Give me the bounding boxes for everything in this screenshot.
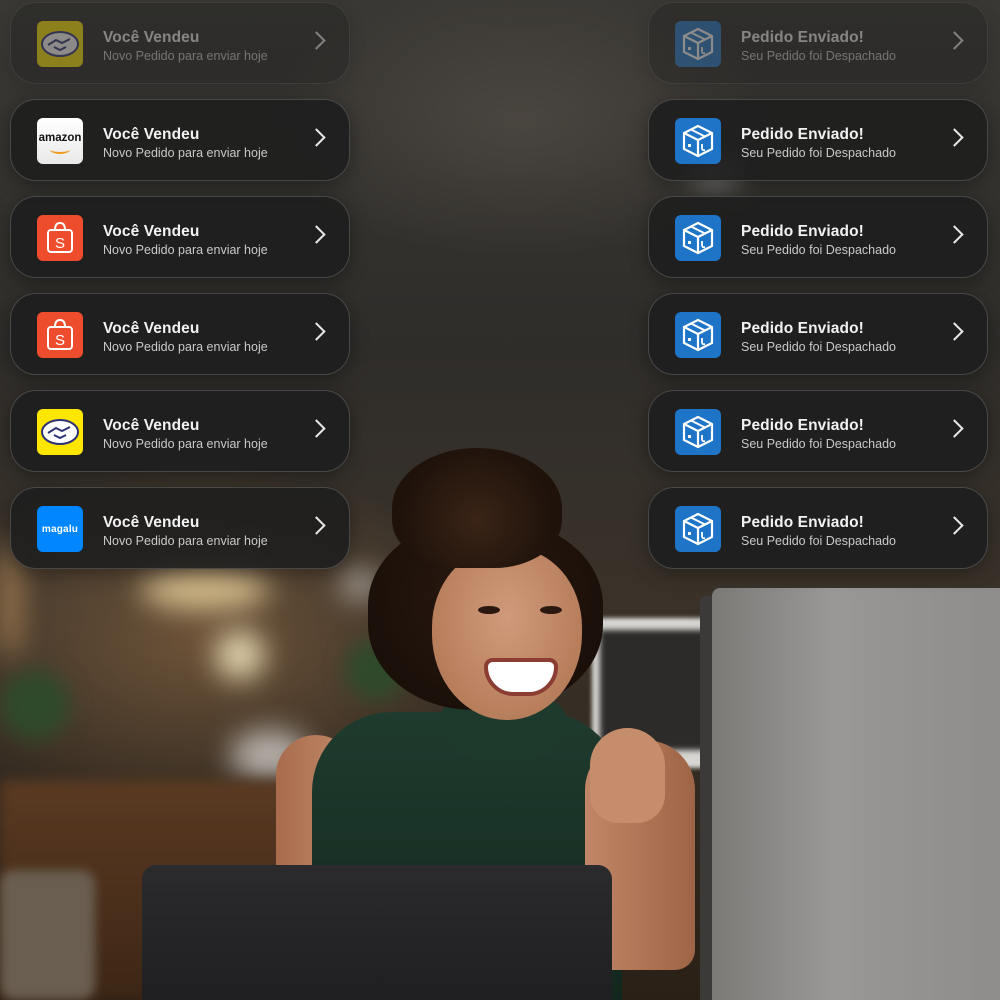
chevron-right-icon [307, 322, 326, 341]
chevron-right-icon [307, 419, 326, 438]
chevron-right-icon [945, 419, 964, 438]
sale-notification[interactable]: Você Vendeu Novo Pedido para enviar hoje [10, 2, 350, 84]
amazon-logo-icon: amazon [37, 118, 83, 164]
monitor [712, 588, 1000, 1000]
shipped-notification[interactable]: Pedido Enviado! Seu Pedido foi Despachad… [648, 293, 988, 375]
notification-subtitle: Seu Pedido foi Despachado [741, 49, 896, 63]
notification-title: Você Vendeu [103, 223, 200, 240]
mercado-livre-icon [37, 409, 83, 455]
magalu-logo-icon: magalu [37, 506, 83, 552]
notification-subtitle: Seu Pedido foi Despachado [741, 340, 896, 354]
shopee-letter: S [55, 332, 65, 349]
shopee-bag-icon: S [37, 215, 83, 261]
shopee-letter: S [55, 235, 65, 252]
package-box-icon [675, 312, 721, 358]
notification-title: Pedido Enviado! [741, 126, 864, 143]
notification-subtitle: Novo Pedido para enviar hoje [103, 243, 268, 257]
package-box-icon [675, 215, 721, 261]
magalu-logo-text: magalu [41, 523, 79, 535]
sale-notification[interactable]: amazon Você Vendeu Novo Pedido para envi… [10, 99, 350, 181]
chevron-right-icon [945, 516, 964, 535]
chevron-right-icon [945, 31, 964, 50]
notification-subtitle: Seu Pedido foi Despachado [741, 146, 896, 160]
sale-notification[interactable]: S Você Vendeu Novo Pedido para enviar ho… [10, 293, 350, 375]
notification-title: Você Vendeu [103, 126, 200, 143]
sale-notification[interactable]: Você Vendeu Novo Pedido para enviar hoje [10, 390, 350, 472]
notification-subtitle: Seu Pedido foi Despachado [741, 534, 896, 548]
notification-subtitle: Novo Pedido para enviar hoje [103, 146, 268, 160]
shipped-notification[interactable]: Pedido Enviado! Seu Pedido foi Despachad… [648, 2, 988, 84]
notification-title: Você Vendeu [103, 514, 200, 531]
chevron-right-icon [307, 516, 326, 535]
chevron-right-icon [945, 128, 964, 147]
sale-notification[interactable]: S Você Vendeu Novo Pedido para enviar ho… [10, 196, 350, 278]
notification-subtitle: Seu Pedido foi Despachado [741, 243, 896, 257]
mercado-livre-icon [37, 21, 83, 67]
notification-subtitle: Novo Pedido para enviar hoje [103, 437, 268, 451]
sale-notification[interactable]: magalu Você Vendeu Novo Pedido para envi… [10, 487, 350, 569]
shipped-notification[interactable]: Pedido Enviado! Seu Pedido foi Despachad… [648, 390, 988, 472]
laptop [142, 865, 612, 1000]
notification-title: Pedido Enviado! [741, 417, 864, 434]
notification-title: Pedido Enviado! [741, 514, 864, 531]
shipped-notification[interactable]: Pedido Enviado! Seu Pedido foi Despachad… [648, 487, 988, 569]
amazon-logo-text: amazon [38, 132, 82, 144]
package-box-icon [675, 409, 721, 455]
chevron-right-icon [945, 225, 964, 244]
notification-title: Pedido Enviado! [741, 223, 864, 240]
notification-subtitle: Seu Pedido foi Despachado [741, 437, 896, 451]
notification-title: Pedido Enviado! [741, 29, 864, 46]
chevron-right-icon [307, 31, 326, 50]
chevron-right-icon [945, 322, 964, 341]
chevron-right-icon [307, 225, 326, 244]
package-box-icon [675, 118, 721, 164]
package-box-icon [675, 21, 721, 67]
notification-title: Você Vendeu [103, 417, 200, 434]
package-box-icon [675, 506, 721, 552]
shipped-notification[interactable]: Pedido Enviado! Seu Pedido foi Despachad… [648, 99, 988, 181]
notification-subtitle: Novo Pedido para enviar hoje [103, 340, 268, 354]
notification-title: Você Vendeu [103, 320, 200, 337]
shipped-notification[interactable]: Pedido Enviado! Seu Pedido foi Despachad… [648, 196, 988, 278]
shopee-bag-icon: S [37, 312, 83, 358]
notification-subtitle: Novo Pedido para enviar hoje [103, 534, 268, 548]
notification-title: Pedido Enviado! [741, 320, 864, 337]
notification-subtitle: Novo Pedido para enviar hoje [103, 49, 268, 63]
notification-title: Você Vendeu [103, 29, 200, 46]
chevron-right-icon [307, 128, 326, 147]
